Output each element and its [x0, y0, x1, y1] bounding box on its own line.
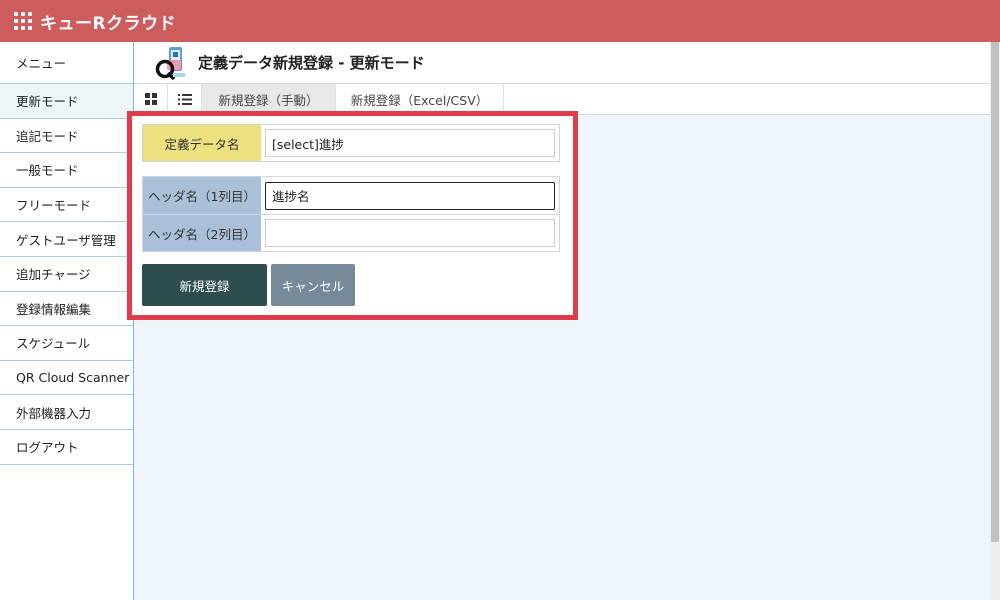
header1-input[interactable] — [265, 181, 555, 210]
scrollbar[interactable] — [990, 42, 1000, 600]
sidebar-item-external-device-input[interactable]: 外部機器入力 — [0, 395, 133, 430]
header2-input[interactable] — [265, 219, 555, 247]
sidebar-item-schedule[interactable]: スケジュール — [0, 326, 133, 361]
register-button[interactable]: 新規登録 — [142, 264, 267, 306]
update-mode-logo-icon — [154, 46, 188, 80]
tile-view-button[interactable] — [134, 84, 168, 114]
definition-name-label: 定義データ名 — [143, 125, 261, 161]
sidebar-item-append-mode[interactable]: 追記モード — [0, 119, 133, 154]
cancel-button[interactable]: キャンセル — [271, 264, 355, 306]
sidebar-item-qr-cloud-scanner[interactable]: QR Cloud Scanner — [0, 361, 133, 396]
tile-view-icon — [144, 93, 157, 105]
sidebar-item-menu[interactable]: メニュー — [0, 42, 133, 84]
list-view-button[interactable] — [168, 84, 202, 114]
definition-name-input[interactable] — [265, 129, 555, 157]
header1-row: ヘッダ名（1列目） — [142, 176, 560, 214]
page-title: 定義データ新規登録 - 更新モード — [198, 54, 425, 72]
sidebar-item-general-mode[interactable]: 一般モード — [0, 153, 133, 188]
sidebar-item-registration-edit[interactable]: 登録情報編集 — [0, 292, 133, 327]
sidebar-item-additional-charge[interactable]: 追加チャージ — [0, 257, 133, 292]
main-content: 定義データ新規登録 - 更新モード 新規登録（手動） 新規登録（Excel/CS… — [127, 42, 990, 600]
scrollbar-thumb[interactable] — [991, 42, 999, 542]
sidebar-item-free-mode[interactable]: フリーモード — [0, 188, 133, 223]
app-header: キューRクラウド — [0, 0, 1000, 42]
registration-form: 定義データ名 ヘッダ名（1列目） ヘッダ名（2列目） 新規登録 キャンセル — [127, 111, 578, 320]
grid-icon[interactable] — [14, 12, 32, 30]
sidebar: メニュー 更新モード 追記モード 一般モード フリーモード ゲストユーザ管理 追… — [0, 42, 134, 600]
app-title: キューRクラウド — [40, 13, 177, 34]
sidebar-item-logout[interactable]: ログアウト — [0, 430, 133, 465]
tab-manual-registration[interactable]: 新規登録（手動） — [202, 84, 336, 114]
header1-label: ヘッダ名（1列目） — [143, 177, 261, 214]
definition-name-row: 定義データ名 — [142, 124, 560, 162]
tab-excel-csv-registration[interactable]: 新規登録（Excel/CSV） — [336, 84, 504, 114]
header2-label: ヘッダ名（2列目） — [143, 215, 261, 251]
header2-row: ヘッダ名（2列目） — [142, 214, 560, 252]
sidebar-item-update-mode[interactable]: 更新モード — [0, 84, 133, 119]
page-header: 定義データ新規登録 - 更新モード — [134, 42, 990, 84]
list-view-icon — [177, 93, 192, 105]
sidebar-item-guest-user-management[interactable]: ゲストユーザ管理 — [0, 222, 133, 257]
